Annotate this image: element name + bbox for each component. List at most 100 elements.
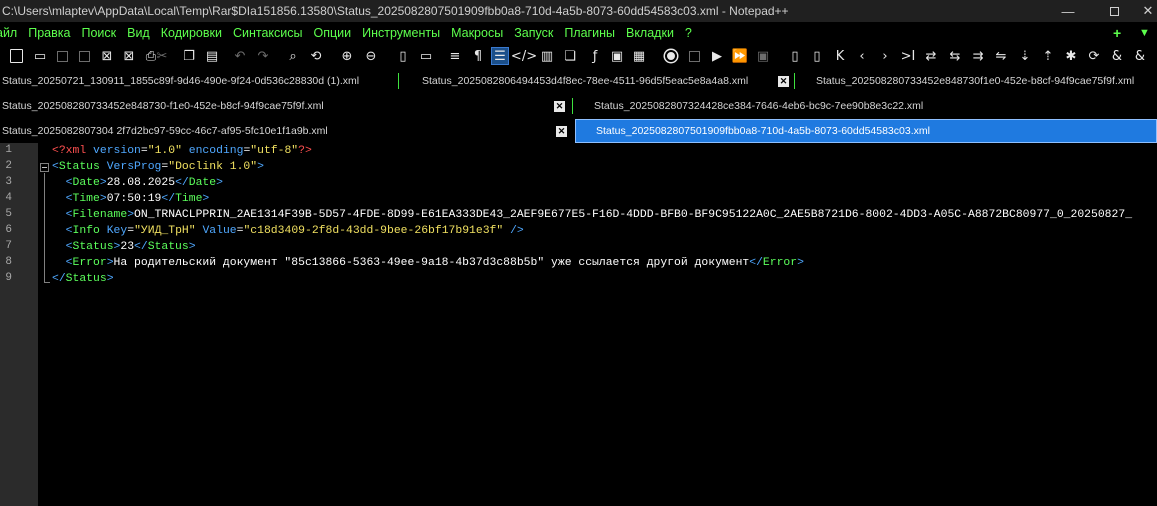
menu-edit[interactable]: Правка [28, 26, 70, 40]
ampersand-icon[interactable]: & [1108, 47, 1126, 65]
document-edit-icon[interactable]: ▯ [808, 47, 826, 65]
tab-4[interactable]: Status_202508280733452e848730-f1e0-452e-… [0, 94, 570, 118]
tab-5[interactable]: Status_2025082807324428ce384-7646-4eb6-b… [592, 94, 1157, 118]
tab-label: Status_2025082806494453d4f8ec-78ee-4511-… [422, 75, 749, 87]
paste-icon[interactable]: ▤ [203, 47, 221, 65]
document-map-icon[interactable]: ▥ [538, 47, 556, 65]
next-icon[interactable]: › [876, 47, 894, 65]
diff-icon[interactable]: ⇋ [992, 47, 1010, 65]
maximize-icon [1109, 6, 1119, 16]
previous-icon[interactable]: ‹ [853, 47, 871, 65]
copy-icon[interactable]: ❐ [180, 47, 198, 65]
sync-icon[interactable]: ⟳ [1085, 47, 1103, 65]
find-icon[interactable]: ⌕ [284, 47, 302, 65]
show-all-chars-icon[interactable]: ¶ [469, 47, 487, 65]
menu-settings[interactable]: Опции [314, 26, 352, 40]
tab-separator [398, 73, 399, 89]
tab-close-icon[interactable]: ✕ [778, 76, 789, 87]
line-number: 7 [5, 240, 12, 252]
xml-tags-icon[interactable]: </> [511, 47, 537, 65]
stop-record-icon[interactable] [685, 47, 703, 65]
tag-name: Status [147, 241, 189, 253]
menu-run[interactable]: Запуск [514, 26, 553, 40]
line-number: 2 [5, 160, 12, 172]
sync-horizontal-icon[interactable]: ▭ [417, 47, 435, 65]
compare-right-icon[interactable]: ⇉ [969, 47, 987, 65]
tab-close-icon[interactable]: ✕ [556, 126, 567, 137]
first-icon[interactable]: K [831, 47, 849, 65]
redo-icon[interactable]: ↷ [254, 47, 272, 65]
sync-vertical-icon[interactable]: ▯ [394, 47, 412, 65]
tab-6[interactable]: Status_2025082807304 2f7d2bc97-59cc-46c7… [0, 119, 574, 143]
close-all-icon[interactable]: ⊠ [120, 47, 138, 65]
save-macro-icon[interactable]: ▣ [754, 47, 772, 65]
line-number-gutter: 1 2 3 4 5 6 7 8 9 [0, 143, 38, 506]
compare-icon[interactable]: ⇄ [922, 47, 940, 65]
compare-left-icon[interactable]: ⇆ [946, 47, 964, 65]
tab-close-icon[interactable]: ✕ [554, 101, 565, 112]
code-line-9: </Status> [52, 273, 114, 285]
open-folder-icon[interactable]: ▭ [31, 47, 49, 65]
close-icon[interactable]: ⊠ [98, 47, 116, 65]
diff-up-icon[interactable]: ⇡ [1039, 47, 1057, 65]
minimize-button[interactable]: — [1045, 0, 1091, 22]
tab-label: Status_202508280733452e848730f1e0-452e-b… [816, 75, 1135, 87]
cut-icon[interactable]: ✂ [153, 47, 171, 65]
tab-label: Status_202508280733452e848730-f1e0-452e-… [2, 100, 324, 112]
menu-macro[interactable]: Макросы [451, 26, 503, 40]
menu-view[interactable]: Вид [127, 26, 150, 40]
add-tab-button[interactable]: + [1113, 22, 1121, 43]
menu-plugins[interactable]: Плагины [564, 26, 615, 40]
replace-icon[interactable]: ⟲ [307, 47, 325, 65]
plugin-icon[interactable]: ✱ [1062, 47, 1080, 65]
zoom-in-icon[interactable]: ⊕ [338, 47, 356, 65]
tag-name: Time [72, 193, 100, 205]
tab-2[interactable]: Status_2025082806494453d4f8ec-78ee-4511-… [420, 69, 793, 93]
line-number: 8 [5, 256, 12, 268]
editor[interactable]: 1 2 3 4 5 6 7 8 9 <?xml version="1.0" en… [0, 143, 1157, 506]
folder-workspace-icon[interactable]: ▦ [630, 47, 648, 65]
fold-toggle[interactable] [40, 163, 49, 172]
document-icon[interactable]: ▯ [786, 47, 804, 65]
document-list-icon[interactable]: ❏ [561, 47, 579, 65]
tag-content: 07:50:19 [106, 193, 162, 205]
new-file-icon[interactable] [7, 47, 25, 65]
diff-down-icon[interactable]: ⇣ [1016, 47, 1034, 65]
code-line-2: <Status VersProg="Doclink 1.0"> [52, 161, 264, 173]
window-title: C:\Users\mlaptev\AppData\Local\Temp\Rar$… [2, 4, 789, 18]
tag-content: На родительский документ "85c13866-5363-… [113, 257, 750, 269]
monitor-icon[interactable]: ▣ [608, 47, 626, 65]
zoom-out-icon[interactable]: ⊖ [362, 47, 380, 65]
save-icon[interactable] [53, 47, 71, 65]
run-macro-multiple-icon[interactable]: ⏩ [731, 47, 749, 65]
tag-name: Error [762, 257, 798, 269]
tab-1[interactable]: Status_20250721_130911_1855c89f-9d46-490… [0, 69, 398, 93]
menu-search[interactable]: Поиск [81, 26, 116, 40]
function-list-icon[interactable]: ƒ [586, 47, 604, 65]
line-number: 6 [5, 224, 12, 236]
save-all-icon[interactable] [75, 47, 93, 65]
word-wrap-icon[interactable]: ≡ [446, 47, 464, 65]
record-macro-icon[interactable] [662, 47, 680, 65]
undo-icon[interactable]: ↶ [231, 47, 249, 65]
close-window-button[interactable]: ✕ [1137, 0, 1157, 22]
tag-content: ON_TRNACLPPRIN_2AE1314F39B-5D57-4FDE-8D9… [134, 209, 1133, 221]
menu-encoding[interactable]: Кодировки [161, 26, 222, 40]
menu-tools[interactable]: Инструменты [362, 26, 440, 40]
maximize-button[interactable] [1091, 0, 1137, 22]
attr-value: "c18d3409-2f8d-43dd-9bee-26bf17b91e3f" [243, 225, 504, 237]
tab-3[interactable]: Status_202508280733452e848730f1e0-452e-b… [814, 69, 1157, 93]
indent-guide-icon[interactable]: ☰ [491, 47, 509, 65]
title-bar: C:\Users\mlaptev\AppData\Local\Temp\Rar$… [0, 0, 1157, 22]
tab-7-active[interactable]: Status_2025082807501909fbb0a8-710d-4a5b-… [575, 119, 1157, 143]
menu-help[interactable]: ? [685, 26, 692, 40]
line-number: 9 [5, 272, 12, 284]
tab-list-dropdown[interactable]: ▼ [1139, 22, 1150, 43]
menu-language[interactable]: Синтаксисы [233, 26, 303, 40]
play-macro-icon[interactable]: ▶ [708, 47, 726, 65]
menu-file[interactable]: айл [0, 26, 17, 40]
ampersand-clear-icon[interactable]: & [1131, 47, 1149, 65]
self-close: /> [510, 225, 524, 237]
menu-window[interactable]: Вкладки [626, 26, 674, 40]
last-icon[interactable]: >I [899, 47, 917, 65]
